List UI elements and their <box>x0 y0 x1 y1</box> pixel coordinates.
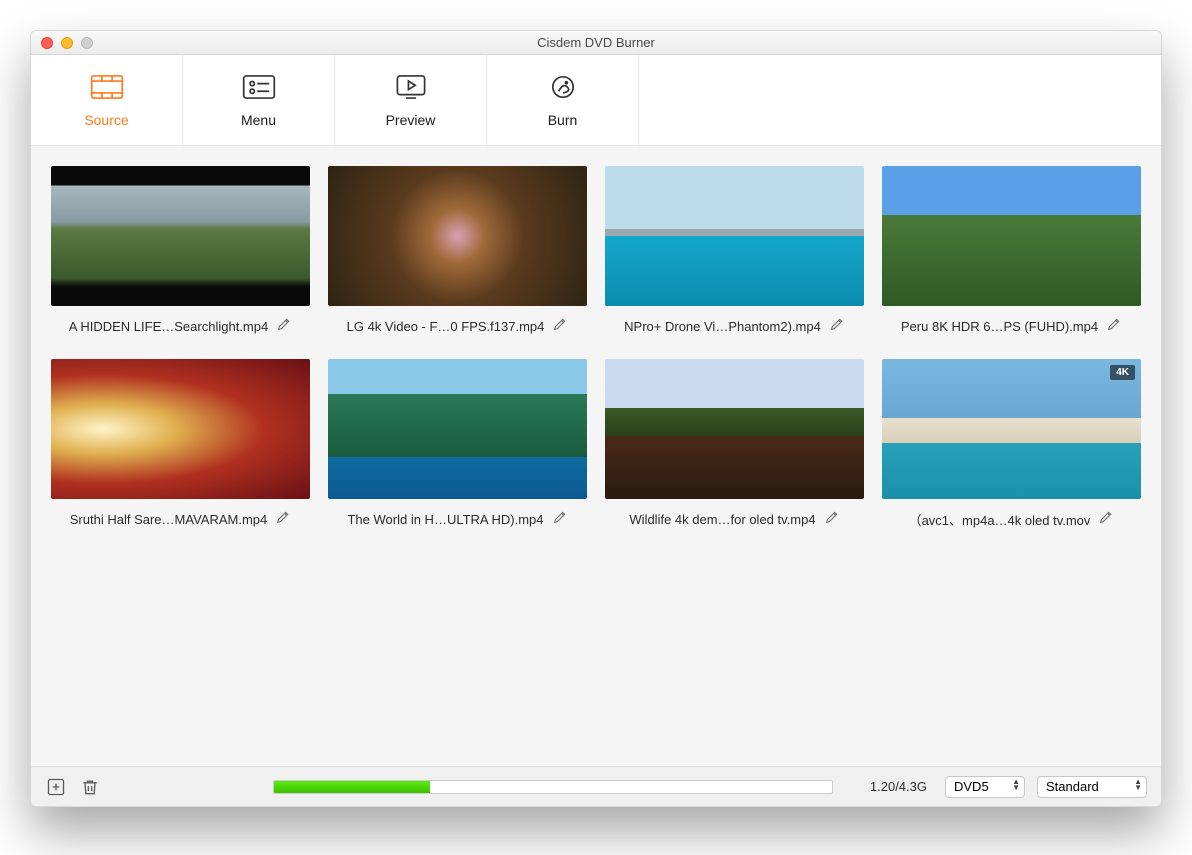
edit-icon[interactable] <box>552 316 568 337</box>
video-item: A HIDDEN LIFE…Searchlight.mp4 <box>51 166 310 341</box>
resolution-badge: 4K <box>1110 365 1135 380</box>
disc-type-select[interactable]: DVD5 ▲▼ <box>945 776 1025 798</box>
tab-menu[interactable]: Menu <box>183 55 335 145</box>
tab-label: Source <box>84 112 128 128</box>
label-row: （avc1、mp4a…4k oled tv.mov <box>882 499 1141 534</box>
video-thumbnail[interactable] <box>605 359 864 499</box>
edit-icon[interactable] <box>829 316 845 337</box>
label-row: The World in H…ULTRA HD).mp4 <box>328 499 587 534</box>
edit-icon[interactable] <box>275 509 291 530</box>
size-text: 1.20/4.3G <box>870 779 927 794</box>
edit-icon[interactable] <box>276 316 292 337</box>
video-filename: Wildlife 4k dem…for oled tv.mp4 <box>629 512 815 527</box>
video-item: The World in H…ULTRA HD).mp4 <box>328 359 587 534</box>
delete-button[interactable] <box>79 776 101 798</box>
label-row: Peru 8K HDR 6…PS (FUHD).mp4 <box>882 306 1141 341</box>
titlebar: Cisdem DVD Burner <box>31 31 1161 55</box>
tab-label: Burn <box>548 112 578 128</box>
video-thumbnail[interactable] <box>51 359 310 499</box>
video-filename: A HIDDEN LIFE…Searchlight.mp4 <box>69 319 268 334</box>
label-row: LG 4k Video - F…0 FPS.f137.mp4 <box>328 306 587 341</box>
video-item: Sruthi Half Sare…MAVARAM.mp4 <box>51 359 310 534</box>
quality-select[interactable]: Standard ▲▼ <box>1037 776 1147 798</box>
size-progress-fill <box>274 781 430 793</box>
footer-bar: 1.20/4.3G DVD5 ▲▼ Standard ▲▼ <box>31 766 1161 806</box>
video-filename: NPro+ Drone Vi…Phantom2).mp4 <box>624 319 821 334</box>
app-window: Cisdem DVD Burner SourceMenuPreviewBurn … <box>30 30 1162 807</box>
film-icon <box>90 73 124 104</box>
video-filename: Sruthi Half Sare…MAVARAM.mp4 <box>70 512 267 527</box>
video-item: Wildlife 4k dem…for oled tv.mp4 <box>605 359 864 534</box>
tab-label: Preview <box>386 112 436 128</box>
label-row: NPro+ Drone Vi…Phantom2).mp4 <box>605 306 864 341</box>
video-thumbnail[interactable] <box>328 359 587 499</box>
label-row: A HIDDEN LIFE…Searchlight.mp4 <box>51 306 310 341</box>
content-area: A HIDDEN LIFE…Searchlight.mp4 LG 4k Video… <box>31 146 1161 766</box>
video-item: NPro+ Drone Vi…Phantom2).mp4 <box>605 166 864 341</box>
stepper-arrows-icon: ▲▼ <box>1012 779 1020 791</box>
video-thumbnail[interactable] <box>328 166 587 306</box>
tab-bar: Source Menu Preview Burn <box>31 55 1161 146</box>
size-progress <box>273 780 833 794</box>
tab-preview[interactable]: Preview <box>335 55 487 145</box>
video-item: Peru 8K HDR 6…PS (FUHD).mp4 <box>882 166 1141 341</box>
edit-icon[interactable] <box>552 509 568 530</box>
label-row: Sruthi Half Sare…MAVARAM.mp4 <box>51 499 310 534</box>
tab-burn[interactable]: Burn <box>487 55 639 145</box>
stepper-arrows-icon: ▲▼ <box>1134 779 1142 791</box>
video-thumbnail[interactable] <box>605 166 864 306</box>
tab-source[interactable]: Source <box>31 55 183 145</box>
window-title: Cisdem DVD Burner <box>31 35 1161 50</box>
edit-icon[interactable] <box>1098 509 1114 530</box>
burn-icon <box>546 73 580 104</box>
video-filename: The World in H…ULTRA HD).mp4 <box>347 512 543 527</box>
disc-type-value: DVD5 <box>954 779 989 794</box>
add-button[interactable] <box>45 776 67 798</box>
video-item: LG 4k Video - F…0 FPS.f137.mp4 <box>328 166 587 341</box>
edit-icon[interactable] <box>824 509 840 530</box>
label-row: Wildlife 4k dem…for oled tv.mp4 <box>605 499 864 534</box>
video-thumbnail[interactable] <box>882 166 1141 306</box>
quality-value: Standard <box>1046 779 1099 794</box>
menu-icon <box>242 73 276 104</box>
video-item: 4K （avc1、mp4a…4k oled tv.mov <box>882 359 1141 534</box>
preview-icon <box>394 73 428 104</box>
video-thumbnail[interactable] <box>51 166 310 306</box>
video-filename: LG 4k Video - F…0 FPS.f137.mp4 <box>347 319 545 334</box>
edit-icon[interactable] <box>1106 316 1122 337</box>
tab-label: Menu <box>241 112 276 128</box>
video-grid: A HIDDEN LIFE…Searchlight.mp4 LG 4k Video… <box>51 166 1141 534</box>
video-filename: Peru 8K HDR 6…PS (FUHD).mp4 <box>901 319 1098 334</box>
video-filename: （avc1、mp4a…4k oled tv.mov <box>909 510 1091 529</box>
video-thumbnail[interactable]: 4K <box>882 359 1141 499</box>
